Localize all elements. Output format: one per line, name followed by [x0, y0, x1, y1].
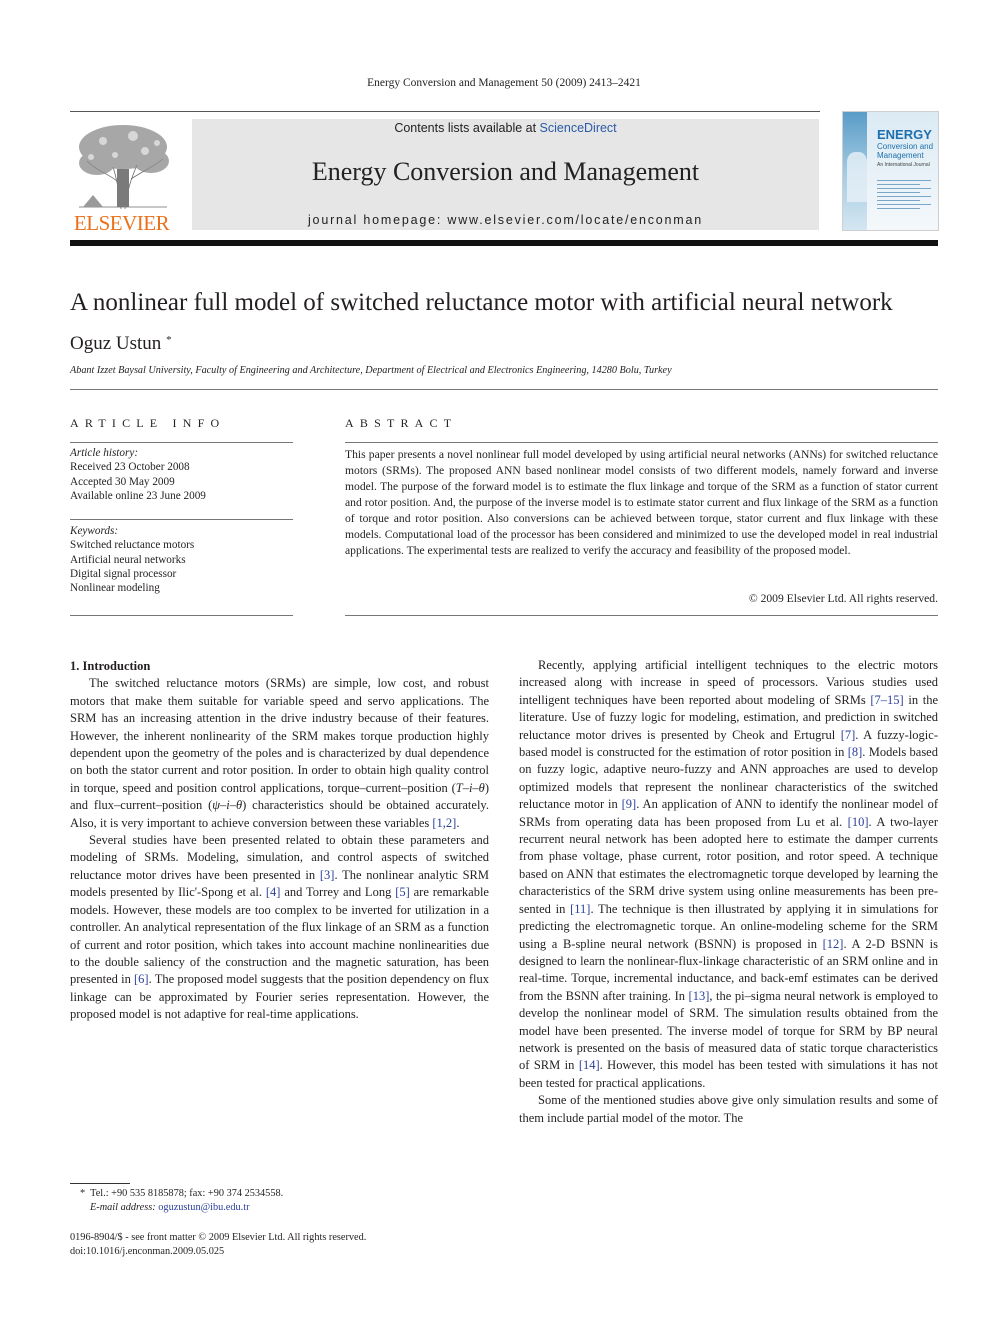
left-paragraphs: The switched reluctance motors (SRMs) ar…	[70, 675, 489, 1023]
front-matter: 0196-8904/$ - see front matter © 2009 El…	[70, 1231, 366, 1259]
cover-title: ENERGY	[877, 127, 932, 142]
contents-prefix: Contents lists available at	[394, 121, 540, 135]
contents-line: Contents lists available at ScienceDirec…	[192, 121, 819, 135]
cooling-tower-icon	[847, 152, 867, 202]
citation-link[interactable]: [7–15]	[870, 693, 903, 707]
journal-cover-thumbnail[interactable]: ENERGY Conversion and Management An Inte…	[842, 111, 939, 231]
running-head: Energy Conversion and Management 50 (200…	[367, 77, 641, 89]
citation-link[interactable]: [11]	[570, 902, 590, 916]
keyword: Nonlinear modeling	[70, 582, 160, 595]
journal-banner: Contents lists available at ScienceDirec…	[192, 119, 819, 230]
history-online: Available online 23 June 2009	[70, 489, 206, 502]
sciencedirect-link[interactable]: ScienceDirect	[540, 121, 617, 135]
citation-link[interactable]: [1,2]	[432, 816, 456, 830]
keywords-label: Keywords:	[70, 525, 119, 537]
math-expression: T–i–θ	[455, 780, 485, 795]
footnote-mark: *	[80, 1188, 86, 1199]
journal-homepage-link[interactable]: journal homepage: www.elsevier.com/locat…	[192, 213, 819, 227]
math-expression: ψ–i–θ	[212, 798, 243, 813]
citation-link[interactable]: [4]	[266, 885, 281, 899]
email-label: E-mail address:	[90, 1202, 156, 1213]
cover-subtitle-1: Conversion and	[877, 142, 934, 151]
citation-link[interactable]: [8]	[848, 745, 863, 759]
author-name[interactable]: Oguz Ustun	[70, 333, 161, 354]
header-thick-rule	[70, 240, 938, 246]
right-paragraphs: Recently, applying artificial intelligen…	[519, 657, 938, 1127]
keyword: Switched reluctance motors	[70, 539, 195, 552]
citation-link[interactable]: [5]	[395, 885, 410, 899]
abstract-rule	[345, 442, 938, 443]
keywords: Keywords: Switched reluctance motors Art…	[70, 524, 293, 595]
history-received: Received 23 October 2008	[70, 461, 190, 474]
text-run: The switched reluctance motors (SRMs) ar…	[70, 676, 489, 795]
affiliation-rule	[70, 389, 938, 390]
history-accepted: Accepted 30 May 2009	[70, 475, 175, 488]
abstract-heading: ABSTRACT	[345, 416, 458, 430]
citation-link[interactable]: [12]	[823, 937, 844, 951]
history-label: Article history:	[70, 447, 139, 459]
history-rule	[70, 519, 293, 520]
citation-link[interactable]: [6]	[134, 972, 149, 986]
elsevier-wordmark: ELSEVIER	[73, 211, 170, 235]
cover-subtitle-2: Management	[877, 151, 924, 160]
article-title: A nonlinear full model of switched reluc…	[70, 289, 893, 316]
citation-link[interactable]: [3]	[320, 868, 335, 882]
affiliation: Abant Izzet Baysal University, Faculty o…	[70, 365, 672, 376]
cover-topic-list	[877, 180, 931, 212]
citation-link[interactable]: [14]	[579, 1058, 600, 1072]
author-footnote-mark[interactable]: *	[166, 334, 172, 346]
footnote-contact: * Tel.: +90 535 8185878; fax: +90 374 25…	[80, 1187, 283, 1201]
footnote: * Tel.: +90 535 8185878; fax: +90 374 25…	[80, 1187, 283, 1215]
body-column-right: Recently, applying artificial intelligen…	[519, 657, 938, 1127]
cover-subtitle: Conversion and Management	[877, 142, 933, 160]
doi-link[interactable]: doi:10.1016/j.enconman.2009.05.025	[70, 1245, 366, 1259]
elsevier-logo[interactable]: ELSEVIER	[70, 118, 182, 235]
text-run: . A two-layer recurrent neural network h…	[519, 814, 938, 916]
section-heading: 1. Introduction	[70, 659, 151, 673]
text-run: Some of the mentioned studies above give…	[519, 1093, 938, 1125]
text-run: and Torrey and Long	[280, 885, 396, 900]
article-info-heading: ARTICLE INFO	[70, 416, 226, 430]
article-info-rule	[70, 442, 293, 443]
email-link[interactable]: oguzustun@ibu.edu.tr	[158, 1202, 249, 1213]
elsevier-tree-icon	[79, 125, 169, 210]
paragraph: Several studies have been presented rela…	[70, 832, 489, 1023]
cover-tagline: An International Journal	[877, 162, 930, 168]
journal-title: Energy Conversion and Management	[311, 157, 700, 186]
header-rule	[70, 111, 820, 112]
footnote-phone: Tel.: +90 535 8185878; fax: +90 374 2534…	[90, 1188, 284, 1199]
keyword: Digital signal processor	[70, 567, 177, 580]
keywords-rule	[70, 615, 293, 616]
footnote-rule	[70, 1183, 130, 1184]
citation-link[interactable]: [10]	[848, 815, 869, 829]
text-run: .	[456, 815, 460, 830]
paragraph: The switched reluctance motors (SRMs) ar…	[70, 675, 489, 832]
citation-link[interactable]: [7]	[841, 728, 856, 742]
author: Oguz Ustun *	[70, 333, 172, 355]
abstract-text: This paper presents a novel nonlinear fu…	[345, 448, 938, 557]
issn-line: 0196-8904/$ - see front matter © 2009 El…	[70, 1232, 367, 1243]
abstract-copyright: © 2009 Elsevier Ltd. All rights reserved…	[748, 592, 938, 605]
keyword: Artificial neural networks	[70, 553, 186, 566]
paragraph: Recently, applying artificial intelligen…	[519, 657, 938, 1092]
body-column-left: 1. Introduction The switched reluctance …	[70, 658, 489, 1024]
article-history: Article history: Received 23 October 200…	[70, 446, 293, 503]
footnote-email-line: E-mail address: oguzustun@ibu.edu.tr	[80, 1201, 283, 1215]
citation-link[interactable]: [13]	[689, 989, 710, 1003]
paragraph: Some of the mentioned studies above give…	[519, 1092, 938, 1127]
citation-link[interactable]: [9]	[622, 797, 637, 811]
abstract-end-rule	[345, 615, 938, 616]
